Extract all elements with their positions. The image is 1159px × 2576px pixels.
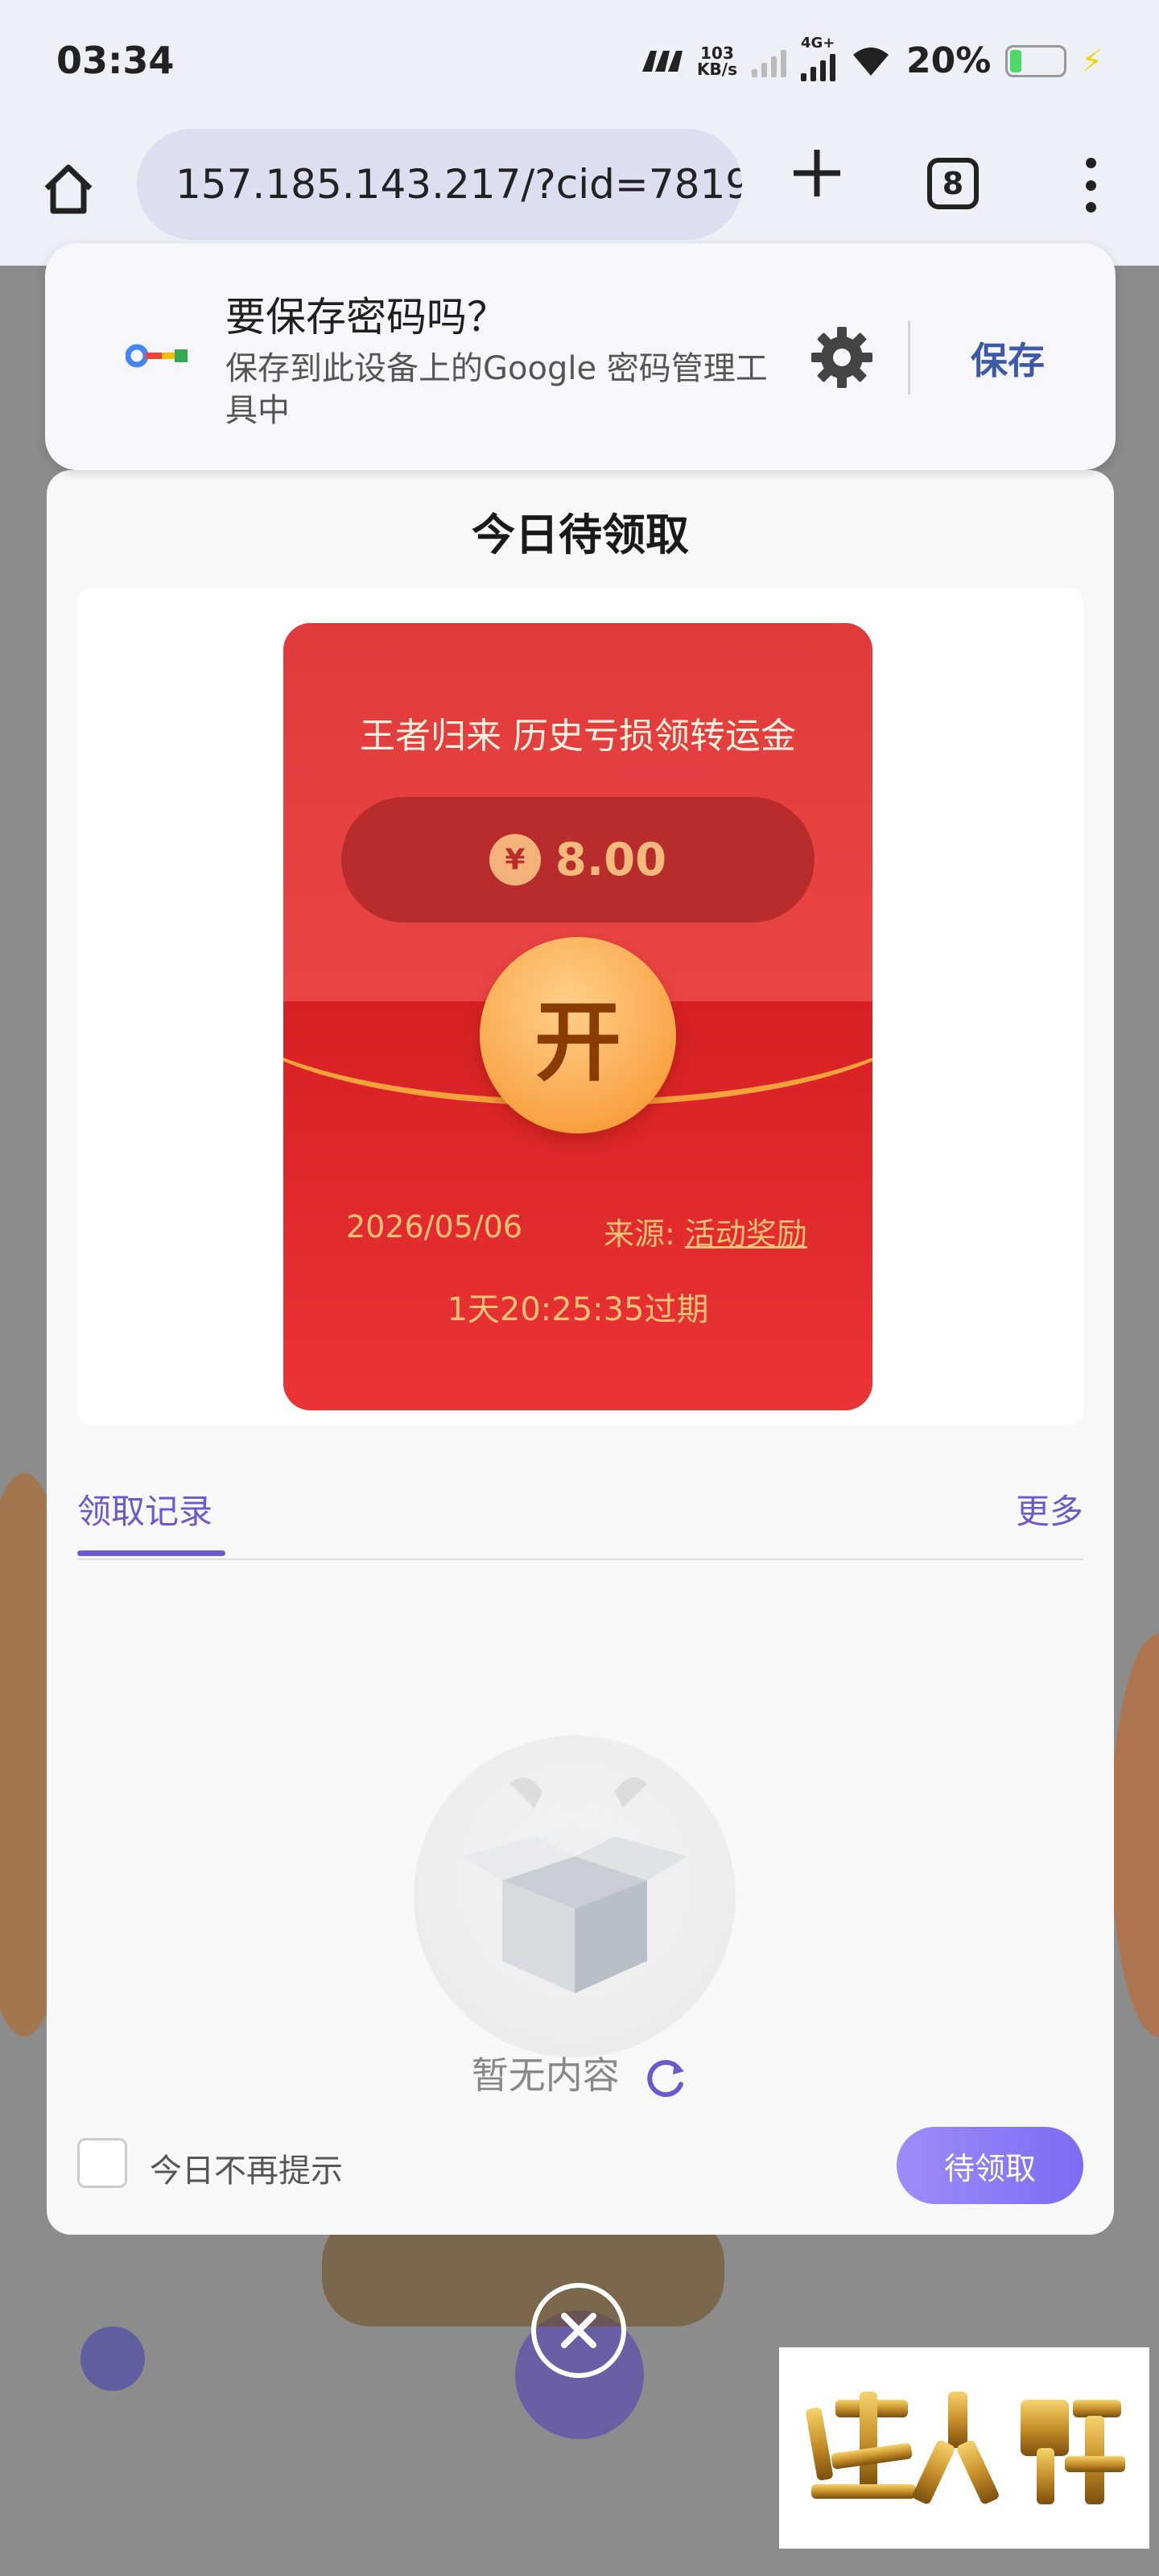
net-speed: 103 KB/s: [697, 43, 737, 79]
charging-icon: ⚡: [1081, 43, 1103, 79]
watermark-logo-art: [806, 2392, 1125, 2504]
status-bar: 03:34 103 KB/s 4G+ 20% ⚡: [0, 0, 1159, 121]
tab-switcher-button[interactable]: 8: [927, 158, 979, 209]
red-packet[interactable]: 王者归来 历史亏损领转运金 ¥ 8.00 开 2026/05/06 来源: 活动…: [283, 623, 872, 1410]
key-icon: [126, 344, 188, 368]
home-button[interactable]: [32, 153, 105, 225]
menu-dot: [1085, 202, 1096, 213]
packet-expire-countdown: 1天20:25:35过期: [447, 1291, 709, 1328]
menu-dot: [1085, 180, 1096, 191]
reward-modal: 今日待领取 王者归来 历史亏损领转运金 ¥ 8.00 开 2026/05/06 …: [47, 470, 1114, 2235]
close-icon: [561, 2313, 596, 2348]
tab-divider: [77, 1558, 1083, 1560]
amount-pill: ¥ 8.00: [341, 797, 815, 923]
battery-icon: [1005, 44, 1067, 77]
empty-state: 暂无内容: [47, 2046, 1114, 2102]
prompt-subtitle: 保存到此设备上的Google 密码管理工具中: [225, 350, 768, 429]
status-icons: 103 KB/s 4G+ 20% ⚡: [641, 35, 1103, 81]
plus-icon: [794, 150, 840, 196]
more-menu-button[interactable]: [1070, 153, 1111, 217]
signal-sim2-icon: 4G+: [800, 35, 835, 81]
more-link[interactable]: 更多: [1016, 1484, 1083, 1534]
refresh-icon[interactable]: [642, 2055, 689, 2102]
open-packet-button[interactable]: 开: [480, 937, 676, 1133]
watermark-logo: [779, 2347, 1149, 2549]
battery-percent: 20%: [905, 40, 992, 81]
empty-text: 暂无内容: [471, 2054, 620, 2097]
prompt-divider: [908, 320, 910, 394]
save-password-button[interactable]: 保存: [971, 332, 1045, 385]
save-password-prompt: 要保存密码吗？ 保存到此设备上的Google 密码管理工具中 保存: [45, 243, 1116, 470]
tab-claim-records[interactable]: 领取记录: [77, 1484, 212, 1534]
dont-remind-checkbox[interactable]: [77, 2138, 127, 2188]
home-icon: [44, 164, 93, 214]
status-time: 03:34: [56, 39, 175, 82]
red-packet-area: 王者归来 历史亏损领转运金 ¥ 8.00 开 2026/05/06 来源: 活动…: [77, 588, 1083, 1425]
background-decoration: [1111, 1634, 1159, 2037]
new-tab-button[interactable]: [781, 145, 853, 217]
packet-source: 来源: 活动奖励: [604, 1209, 807, 1253]
packet-amount: 8.00: [555, 833, 667, 886]
background-decoration: [80, 2326, 145, 2391]
yen-icon: ¥: [489, 834, 541, 886]
gear-icon[interactable]: [808, 324, 876, 391]
packet-date: 2026/05/06: [346, 1209, 523, 1245]
empty-box-icon: [462, 1777, 687, 1993]
m-logo-icon: [642, 50, 683, 72]
modal-title: 今日待领取: [472, 510, 689, 560]
packet-headline: 王者归来 历史亏损领转运金: [360, 716, 796, 757]
wifi-icon: [852, 47, 889, 76]
address-bar[interactable]: 157.185.143.217/?cid=7819: [137, 129, 742, 240]
dont-remind-label: 今日不再提示: [150, 2153, 343, 2190]
close-modal-button[interactable]: [531, 2283, 626, 2378]
url-text: 157.185.143.217/?cid=7819: [175, 161, 742, 208]
source-link[interactable]: 活动奖励: [685, 1216, 807, 1252]
menu-dot: [1085, 158, 1096, 168]
source-label: 来源:: [604, 1216, 675, 1252]
active-tab-indicator: [77, 1550, 225, 1556]
empty-state-illustration: [414, 1736, 736, 2058]
pending-claim-button[interactable]: 待领取: [897, 2127, 1083, 2204]
signal-sim1-icon: [751, 45, 786, 77]
prompt-title: 要保存密码吗？: [225, 294, 507, 341]
